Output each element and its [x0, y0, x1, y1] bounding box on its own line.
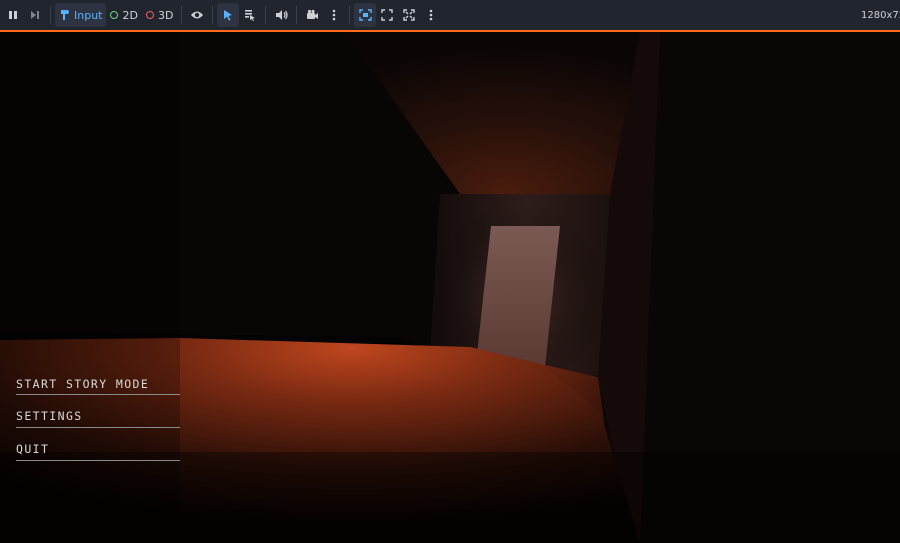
camera-options-button[interactable] [323, 3, 345, 27]
fit-icon [381, 9, 394, 21]
main-menu: START STORY MODE SETTINGS QUIT [16, 376, 180, 461]
toolbar-separator [265, 6, 267, 24]
mode-2d-button[interactable]: 2D [106, 3, 141, 27]
settings-button[interactable]: SETTINGS [16, 408, 180, 428]
speaker-icon [275, 9, 288, 21]
fit-button[interactable] [376, 3, 398, 27]
list-select-icon [244, 9, 256, 21]
toolbar-separator [181, 6, 183, 24]
camera-icon [306, 9, 319, 21]
focus-icon [359, 9, 372, 21]
step-forward-icon [29, 9, 41, 21]
select-button[interactable] [217, 3, 240, 27]
pause-icon [7, 9, 19, 21]
resolution-readout: 1280x720 [861, 9, 900, 21]
toolbar-separator [296, 6, 298, 24]
ring-icon [145, 11, 154, 19]
fullscreen-icon [403, 9, 416, 21]
list-select-button[interactable] [239, 3, 261, 27]
ring-icon [110, 11, 119, 19]
input-toggle-button[interactable]: Input [55, 3, 107, 27]
start-story-mode-button[interactable]: START STORY MODE [16, 376, 180, 395]
game-viewport[interactable]: START STORY MODE SETTINGS QUIT [0, 32, 900, 543]
corridor-scene [0, 32, 900, 543]
camera-button[interactable] [301, 3, 323, 27]
toolbar-separator [212, 6, 214, 24]
eye-icon [190, 9, 204, 21]
game-window: Input 2D 3D 1280x7 START STORY MODE SETT… [0, 0, 900, 543]
toolbar-separator [349, 6, 351, 24]
visibility-button[interactable] [186, 3, 208, 27]
game-toolbar: Input 2D 3D 1280x7 [0, 0, 900, 32]
kebab-icon [332, 9, 336, 21]
input-icon [59, 9, 70, 21]
audio-button[interactable] [270, 3, 292, 27]
focus-button[interactable] [354, 3, 377, 27]
mode-2d-label: 2D [122, 8, 138, 22]
kebab-icon [429, 9, 433, 21]
mode-3d-label: 3D [157, 8, 174, 22]
quit-button[interactable]: QUIT [16, 441, 180, 461]
fullscreen-button[interactable] [398, 3, 420, 27]
mode-3d-button[interactable]: 3D [142, 3, 177, 27]
input-label: Input [74, 8, 103, 22]
more-options-button[interactable] [420, 3, 442, 27]
toolbar-separator [50, 6, 51, 24]
pause-button[interactable] [2, 3, 24, 27]
pointer-icon [222, 9, 234, 21]
next-frame-button[interactable] [24, 3, 46, 27]
